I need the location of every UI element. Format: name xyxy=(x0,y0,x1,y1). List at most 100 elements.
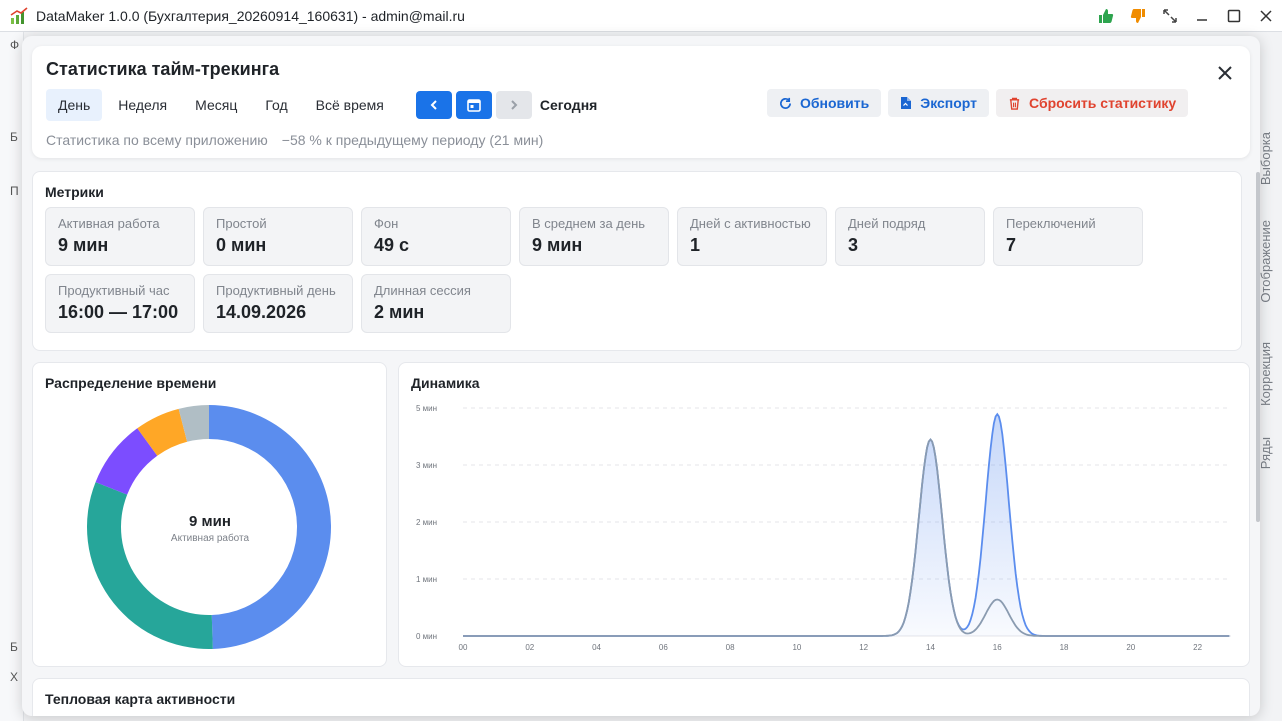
export-button[interactable]: Экспорт xyxy=(888,89,990,117)
refresh-button[interactable]: Обновить xyxy=(767,89,882,117)
metric-value: 9 мин xyxy=(532,235,583,255)
metrics-card: Метрики Активная работа 9 мин Простой 0 … xyxy=(32,171,1242,351)
close-window-button[interactable] xyxy=(1250,0,1282,32)
time-tracking-modal: Статистика тайм-трекинга День Неделя Мес… xyxy=(22,36,1260,716)
donut-center: 9 мин Активная работа xyxy=(110,513,310,544)
reset-label: Сбросить статистику xyxy=(1029,95,1177,111)
minimize-button[interactable] xyxy=(1186,0,1218,32)
bg-letter: Х xyxy=(10,670,19,684)
metric-label: Фон xyxy=(374,216,399,231)
modal-header: Статистика тайм-трекинга День Неделя Мес… xyxy=(32,46,1250,158)
x-tick-label: 00 xyxy=(459,643,468,652)
tab-month[interactable]: Месяц xyxy=(183,89,249,121)
x-tick-label: 12 xyxy=(859,643,868,652)
fullscreen-button[interactable] xyxy=(1154,0,1186,32)
y-tick-label: 5 мин xyxy=(416,404,437,413)
bg-letter: П xyxy=(10,184,19,198)
calendar-icon xyxy=(467,99,481,112)
trash-icon xyxy=(1009,97,1020,110)
metric-tile: Продуктивный день 14.09.2026 xyxy=(203,274,353,333)
metric-tile: Фон 49 с xyxy=(361,207,511,266)
window-title: DataMaker 1.0.0 (Бухгалтерия_20260914_16… xyxy=(36,7,465,24)
background-left-panel: Ф Б П Б Х xyxy=(0,32,24,721)
expand-arrows-icon xyxy=(1163,9,1177,23)
close-icon xyxy=(1260,10,1272,22)
period-label: Сегодня xyxy=(539,97,598,113)
maximize-button[interactable] xyxy=(1218,0,1250,32)
modal-scrollbar[interactable] xyxy=(1256,172,1260,522)
metric-label: Продуктивный день xyxy=(216,283,336,298)
bg-letter: Ф xyxy=(10,38,20,52)
like-button[interactable] xyxy=(1090,0,1122,32)
thumbs-up-icon xyxy=(1099,9,1114,23)
metric-label: Длинная сессия xyxy=(374,283,471,298)
metric-tile: В среднем за день 9 мин xyxy=(519,207,669,266)
maximize-icon xyxy=(1227,9,1241,23)
tab-day[interactable]: День xyxy=(46,89,103,121)
close-icon[interactable] xyxy=(1216,64,1234,82)
metric-value: 7 xyxy=(1006,235,1017,255)
tab-year[interactable]: Год xyxy=(253,89,299,121)
x-tick-label: 22 xyxy=(1193,643,1202,652)
x-tick-label: 16 xyxy=(993,643,1002,652)
calendar-button[interactable] xyxy=(455,91,492,119)
export-label: Экспорт xyxy=(920,95,978,111)
side-tab-selection[interactable]: Выборка xyxy=(1258,132,1273,185)
modal-title: Статистика тайм-трекинга xyxy=(46,59,280,79)
metric-value: 14.09.2026 xyxy=(216,302,307,322)
thumbs-down-icon xyxy=(1130,9,1145,23)
metric-value: 49 с xyxy=(374,235,410,255)
file-export-icon xyxy=(901,97,912,109)
metric-tile: Дней с активностью 1 xyxy=(677,207,827,266)
side-tab-correction[interactable]: Коррекция xyxy=(1258,342,1273,406)
x-tick-label: 04 xyxy=(592,643,601,652)
metric-value: 3 xyxy=(848,235,859,255)
side-tab-series[interactable]: Ряды xyxy=(1258,437,1273,469)
metric-label: Активная работа xyxy=(58,216,160,231)
donut-slice[interactable] xyxy=(87,482,213,649)
reset-stats-button[interactable]: Сбросить статистику xyxy=(996,89,1189,117)
dynamics-card: Динамика 0 мин 1 мин 2 мин 3 мин 5 мин 00 02 04… xyxy=(398,362,1250,667)
series-line[interactable] xyxy=(463,412,1230,637)
series-line[interactable] xyxy=(463,438,1230,637)
refresh-label: Обновить xyxy=(800,95,870,111)
side-tab-display[interactable]: Отображение xyxy=(1258,220,1273,303)
y-tick-label: 0 мин xyxy=(416,632,437,641)
scope-text: Статистика по всему приложению xyxy=(46,132,268,148)
metric-value: 2 мин xyxy=(374,302,425,322)
metric-tile: Переключений 7 xyxy=(993,207,1143,266)
heatmap-title: Тепловая карта активности xyxy=(45,691,236,707)
previous-period-button[interactable] xyxy=(415,91,452,119)
time-distribution-card: Распределение времени 9 мин Активная раб… xyxy=(32,362,387,667)
metric-value: 0 мин xyxy=(216,235,267,255)
metrics-title: Метрики xyxy=(45,184,104,200)
donut-center-value: 9 мин xyxy=(189,513,231,530)
tab-all-time[interactable]: Всё время xyxy=(304,89,396,121)
y-tick-label: 1 мин xyxy=(416,575,437,584)
period-tabs: День Неделя Месяц Год Всё время Сегодня xyxy=(46,89,597,121)
bg-letter: Б xyxy=(10,640,18,654)
bg-letter: Б xyxy=(10,130,18,144)
metric-tile: Продуктивный час 16:00 — 17:00 xyxy=(45,274,195,333)
chevron-right-icon xyxy=(511,100,518,110)
action-buttons: Обновить Экспорт Сбросить статистику xyxy=(767,89,1195,117)
metric-value: 16:00 — 17:00 xyxy=(58,302,179,322)
tab-week[interactable]: Неделя xyxy=(106,89,179,121)
x-tick-label: 08 xyxy=(726,643,735,652)
metric-label: Переключений xyxy=(1006,216,1096,231)
metric-label: Простой xyxy=(216,216,267,231)
minimize-icon xyxy=(1197,19,1207,21)
metric-tile: Активная работа 9 мин xyxy=(45,207,195,266)
metric-value: 1 xyxy=(690,235,701,255)
heatmap-card: Тепловая карта активности xyxy=(32,678,1250,716)
scope-line: Статистика по всему приложению −58 % к п… xyxy=(46,132,543,148)
x-tick-label: 18 xyxy=(1060,643,1069,652)
x-tick-label: 14 xyxy=(926,643,935,652)
y-tick-label: 2 мин xyxy=(416,518,437,527)
dislike-button[interactable] xyxy=(1122,0,1154,32)
x-tick-label: 06 xyxy=(659,643,668,652)
next-period-button[interactable] xyxy=(495,91,532,119)
window-titlebar: DataMaker 1.0.0 (Бухгалтерия_20260914_16… xyxy=(0,0,1282,32)
metric-label: Дней с активностью xyxy=(690,216,811,231)
donut-center-label: Активная работа xyxy=(170,533,250,544)
